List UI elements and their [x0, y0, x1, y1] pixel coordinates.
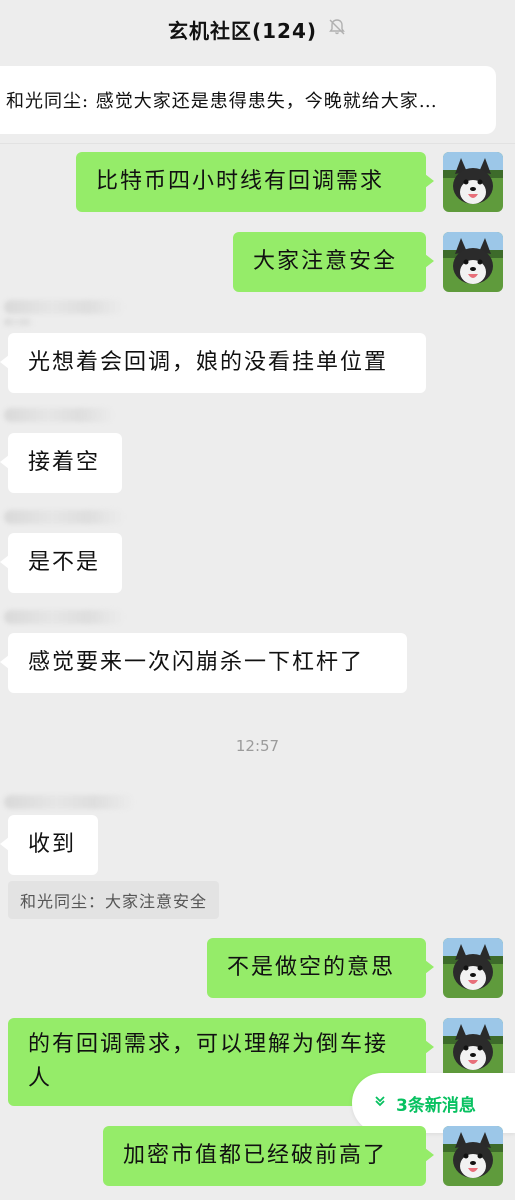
- new-messages-button[interactable]: 3条新消息: [352, 1073, 515, 1133]
- avatar[interactable]: [443, 1126, 503, 1186]
- pinned-message-text: 和光同尘: 感觉大家还是患得患失，今晚就给大家…: [6, 91, 438, 112]
- sender-name-redacted: [4, 318, 34, 326]
- chat-title[interactable]: 玄机社区(124): [168, 15, 317, 44]
- message-bubble-self[interactable]: 大家注意安全: [233, 232, 434, 292]
- new-messages-label: 3条新消息: [396, 1095, 476, 1116]
- chat-header: 玄机社区(124): [0, 0, 515, 58]
- message-bubble-other[interactable]: 接着空: [0, 433, 122, 493]
- message-text: 光想着会回调，娘的没看挂单位置: [28, 350, 389, 375]
- avatar[interactable]: [443, 938, 503, 998]
- sender-name-redacted: [4, 795, 134, 809]
- pinned-message[interactable]: 和光同尘: 感觉大家还是患得患失，今晚就给大家…: [0, 66, 496, 134]
- sender-name-redacted: [4, 408, 114, 422]
- message-bubble-other[interactable]: 收到: [0, 815, 98, 875]
- message-text: 大家注意安全: [253, 249, 398, 274]
- quoted-message[interactable]: 和光同尘：大家注意安全: [8, 881, 220, 919]
- sender-name-redacted: [4, 610, 124, 624]
- message-text: 加密市值都已经破前高了: [123, 1143, 388, 1168]
- message-text: 不是做空的意思: [227, 955, 396, 980]
- message-text: 是不是: [28, 550, 101, 575]
- message-bubble-other[interactable]: 感觉要来一次闪崩杀一下杠杆了: [0, 633, 407, 693]
- message-text: 的有回调需求，可以理解为倒车接人: [28, 1032, 389, 1091]
- message-text: 收到: [28, 832, 77, 857]
- avatar[interactable]: [443, 232, 503, 292]
- divider: [0, 143, 515, 144]
- double-chevron-down-icon: [374, 1095, 386, 1111]
- sender-name-redacted: [4, 300, 124, 314]
- message-bubble-self[interactable]: 比特币四小时线有回调需求: [76, 152, 434, 212]
- chat-timestamp: 12:57: [235, 737, 280, 755]
- message-text: 比特币四小时线有回调需求: [96, 169, 385, 194]
- avatar[interactable]: [443, 1018, 503, 1078]
- message-bubble-other[interactable]: 是不是: [0, 533, 122, 593]
- message-text: 感觉要来一次闪崩杀一下杠杆了: [28, 650, 365, 675]
- message-text: 接着空: [28, 450, 101, 475]
- avatar[interactable]: [443, 152, 503, 212]
- message-bubble-self[interactable]: 不是做空的意思: [207, 938, 434, 998]
- message-bubble-self[interactable]: 加密市值都已经破前高了: [103, 1126, 434, 1186]
- message-bubble-other[interactable]: 光想着会回调，娘的没看挂单位置: [0, 333, 426, 393]
- sender-name-redacted: [4, 510, 124, 524]
- bell-slash-icon: [327, 17, 347, 41]
- quoted-message-text: 和光同尘：大家注意安全: [20, 892, 208, 911]
